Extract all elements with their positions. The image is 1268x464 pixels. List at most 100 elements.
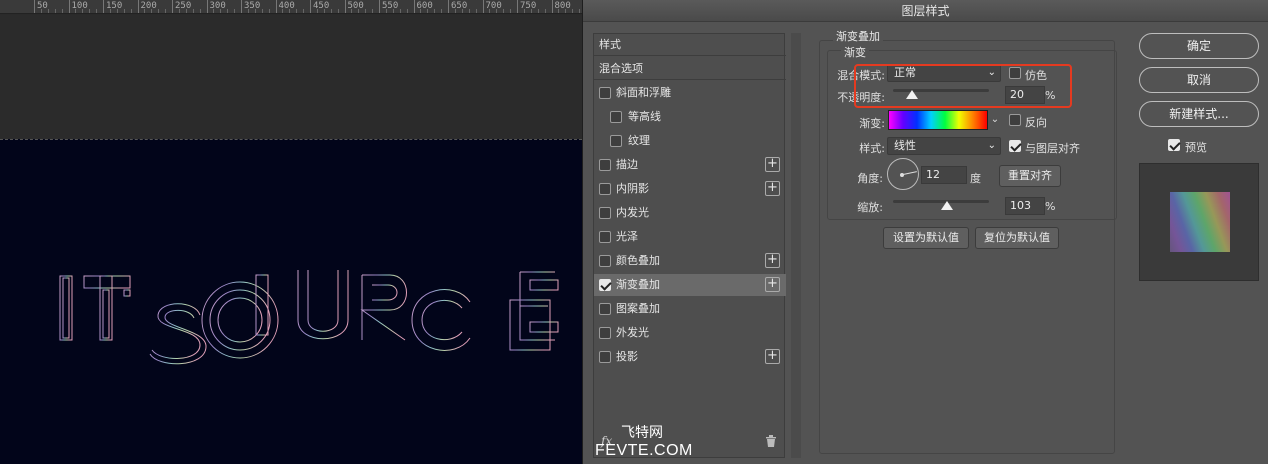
style-item-label: 描边 — [616, 158, 638, 171]
gradient-picker[interactable] — [888, 110, 988, 130]
layer-style-dialog: 图层样式 样式 混合选项 斜面和浮雕 等高线 纹理 描边 + 内阴影 + 内发光 光泽 颜色叠加 + 渐变… — [582, 0, 1268, 464]
style-item-label: 投影 — [616, 350, 638, 363]
style-item-checkbox[interactable] — [599, 183, 611, 195]
style-item[interactable]: 图案叠加 — [594, 298, 786, 320]
gradient-style-select[interactable]: 线性 ⌄ — [887, 137, 1001, 155]
ruler-minor-tick — [427, 9, 429, 13]
style-list: 样式 混合选项 斜面和浮雕 等高线 纹理 描边 + 内阴影 + 内发光 光泽 颜色叠加 + 渐变叠加 + 图案… — [593, 33, 786, 458]
angle-label: 角度: — [857, 172, 883, 185]
ruler-tick: 200 — [137, 0, 157, 13]
ruler-minor-tick — [151, 9, 153, 13]
ruler-minor-tick — [96, 9, 98, 13]
style-item-checkbox[interactable] — [610, 135, 622, 147]
itsource-artwork — [59, 270, 559, 365]
style-item-checkbox[interactable] — [599, 303, 611, 315]
ruler-minor-tick — [461, 9, 463, 13]
style-item[interactable]: 等高线 — [594, 106, 786, 128]
scale-slider-handle[interactable] — [940, 201, 953, 210]
ruler-minor-tick — [503, 9, 505, 13]
style-item[interactable]: 描边 + — [594, 154, 786, 176]
style-item-checkbox[interactable] — [599, 279, 611, 291]
scale-input[interactable]: 103 — [1005, 197, 1045, 215]
ruler-minor-tick — [247, 9, 249, 13]
angle-dial[interactable] — [887, 158, 919, 190]
ruler-minor-tick — [47, 9, 49, 13]
style-item-label: 纹理 — [628, 134, 650, 147]
document-canvas[interactable] — [0, 139, 582, 464]
add-effect-plus-icon[interactable]: + — [765, 181, 780, 196]
angle-input[interactable]: 12 — [921, 166, 967, 184]
cancel-button[interactable]: 取消 — [1139, 67, 1259, 93]
scale-percent: % — [1045, 200, 1056, 213]
ruler-minor-tick — [454, 9, 456, 13]
ruler-minor-tick — [40, 9, 42, 13]
style-item-checkbox[interactable] — [599, 351, 611, 363]
style-item[interactable]: 内发光 — [594, 202, 786, 224]
style-item-checkbox[interactable] — [599, 327, 611, 339]
add-effect-plus-icon[interactable]: + — [765, 253, 780, 268]
ruler-tick: 150 — [103, 0, 122, 13]
style-item-checkbox[interactable] — [599, 87, 611, 99]
style-item-checkbox[interactable] — [610, 111, 622, 123]
ruler-minor-tick — [316, 9, 318, 13]
ok-button[interactable]: 确定 — [1139, 33, 1259, 59]
preview-swatch — [1170, 192, 1230, 252]
ruler-minor-tick — [572, 9, 574, 13]
style-item[interactable]: 混合选项 — [594, 58, 786, 80]
pasteboard — [0, 15, 582, 139]
style-item[interactable]: 内阴影 + — [594, 178, 786, 200]
align-with-layer-checkbox[interactable] — [1009, 140, 1021, 152]
ruler-minor-tick — [75, 9, 77, 13]
ruler-minor-tick — [213, 9, 215, 13]
ruler-minor-tick — [399, 9, 401, 13]
ruler-tick: 700 — [482, 0, 502, 13]
style-item[interactable]: 样式 — [594, 34, 786, 56]
ruler-minor-tick — [579, 9, 581, 13]
add-effect-plus-icon[interactable]: + — [765, 157, 780, 172]
style-item[interactable]: 渐变叠加 + — [594, 274, 786, 296]
style-item-checkbox[interactable] — [599, 255, 611, 267]
dialog-title: 图层样式 — [583, 0, 1268, 22]
set-default-button[interactable]: 设置为默认值 — [883, 227, 969, 249]
style-item[interactable]: 外发光 — [594, 322, 786, 344]
ruler-minor-tick — [158, 9, 160, 13]
chevron-down-icon[interactable]: ⌄ — [989, 110, 1001, 130]
ruler-tick: 350 — [241, 0, 260, 13]
reset-default-button[interactable]: 复位为默认值 — [975, 227, 1059, 249]
style-list-scrollbar[interactable] — [791, 33, 801, 458]
ruler-minor-tick — [558, 9, 560, 13]
align-with-layer-label: 与图层对齐 — [1025, 142, 1080, 155]
ruler-minor-tick — [337, 9, 339, 13]
style-item[interactable]: 斜面和浮雕 — [594, 82, 786, 104]
style-item[interactable]: 颜色叠加 + — [594, 250, 786, 272]
ruler-minor-tick — [261, 9, 263, 13]
ruler-minor-tick — [351, 9, 353, 13]
preview-checkbox[interactable] — [1168, 139, 1180, 151]
style-item-label: 图案叠加 — [616, 302, 660, 315]
add-effect-plus-icon[interactable]: + — [765, 277, 780, 292]
ruler-tick: 500 — [344, 0, 364, 13]
reverse-checkbox[interactable] — [1009, 114, 1021, 126]
style-item[interactable]: 纹理 — [594, 130, 786, 152]
reset-alignment-button[interactable]: 重置对齐 — [999, 165, 1061, 187]
add-effect-plus-icon[interactable]: + — [765, 349, 780, 364]
ruler-minor-tick — [544, 9, 546, 13]
style-item-checkbox[interactable] — [599, 159, 611, 171]
ruler-minor-tick — [165, 9, 167, 13]
style-item-checkbox[interactable] — [599, 231, 611, 243]
style-item-checkbox[interactable] — [599, 207, 611, 219]
ruler-minor-tick — [468, 9, 470, 13]
new-style-button[interactable]: 新建样式... — [1139, 101, 1259, 127]
style-item-label: 光泽 — [616, 230, 638, 243]
trash-icon[interactable] — [765, 434, 777, 448]
watermark: 飞特网 FEVTE.COM — [593, 420, 733, 464]
ruler-minor-tick — [365, 9, 367, 13]
chevron-down-icon: ⌄ — [987, 140, 996, 151]
style-item-label: 等高线 — [628, 110, 661, 123]
ruler-minor-tick — [61, 9, 63, 13]
style-item[interactable]: 投影 + — [594, 346, 786, 368]
reverse-label: 反向 — [1025, 116, 1047, 129]
ruler-tick: 100 — [68, 0, 88, 13]
style-item[interactable]: 光泽 — [594, 226, 786, 248]
ruler-minor-tick — [268, 9, 270, 13]
